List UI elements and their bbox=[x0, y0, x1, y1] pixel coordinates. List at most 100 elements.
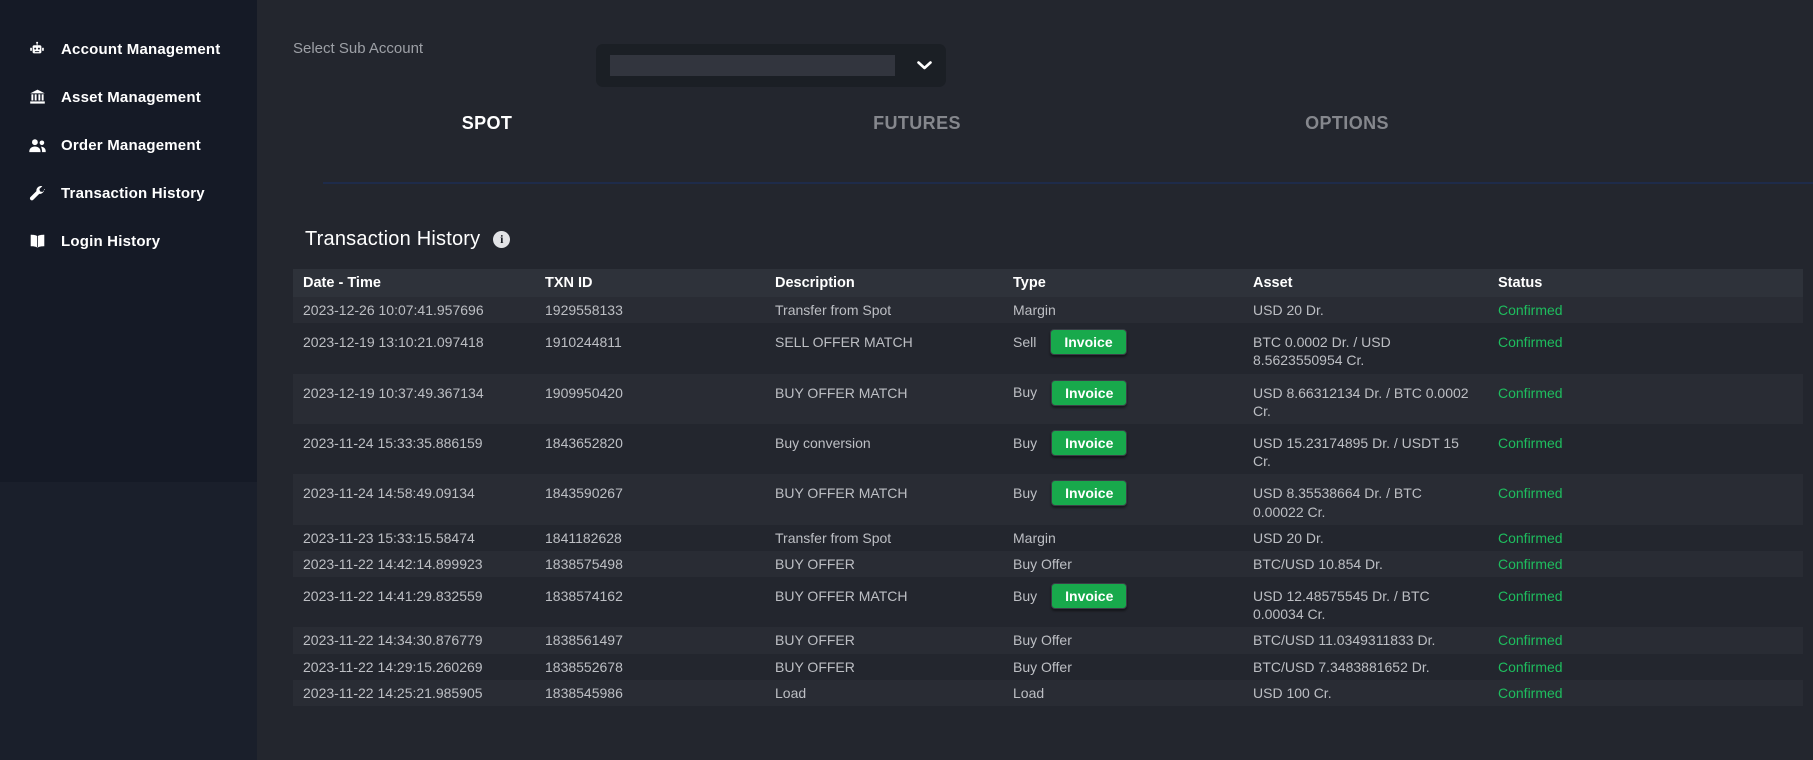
cell-type: Buy Offer bbox=[1013, 555, 1072, 572]
sidebar-item-login-history[interactable]: Login History bbox=[0, 217, 257, 265]
status-badge: Confirmed bbox=[1498, 334, 1563, 351]
cell-txn-id: 1841182628 bbox=[545, 529, 622, 546]
invoice-button[interactable]: Invoice bbox=[1051, 379, 1128, 406]
status-badge: Confirmed bbox=[1498, 384, 1563, 401]
cell-asset: BTC 0.0002 Dr. / USD 8.5623550954 Cr. bbox=[1253, 334, 1391, 369]
status-badge: Confirmed bbox=[1498, 434, 1563, 451]
cell-txn-id: 1929558133 bbox=[545, 302, 623, 318]
cell-txn-id: 1838575498 bbox=[545, 555, 623, 572]
cell-date-time: 2023-11-24 15:33:35.886159 bbox=[303, 434, 483, 451]
cell-type: Buy Invoice bbox=[1003, 424, 1243, 460]
cell-description: BUY OFFER MATCH bbox=[775, 588, 908, 605]
cell-asset: BTC/USD 10.854 Dr. bbox=[1253, 555, 1383, 572]
table-row: 2023-11-22 14:29:15.260269 1838552678 BU… bbox=[293, 654, 1803, 680]
cell-description: Load bbox=[775, 684, 807, 701]
cell-description: BUY OFFER MATCH bbox=[775, 485, 908, 502]
cell-asset: USD 20 Dr. bbox=[1253, 529, 1324, 546]
cell-txn-id: 1838574162 bbox=[545, 588, 623, 605]
cell-txn-id: 1838552678 bbox=[545, 658, 623, 675]
table-header-row: Date - Time TXN ID Description Type Asse… bbox=[293, 269, 1803, 297]
table-row: 2023-12-19 10:37:49.367134 1909950420 BU… bbox=[293, 374, 1803, 424]
robot-icon bbox=[27, 41, 47, 58]
cell-date-time: 2023-11-22 14:34:30.876779 bbox=[303, 632, 483, 649]
cell-asset: BTC/USD 11.0349311833 Dr. bbox=[1253, 632, 1436, 649]
cell-date-time: 2023-12-19 13:10:21.097418 bbox=[303, 334, 484, 351]
column-header-type: Type bbox=[1013, 275, 1046, 291]
cell-date-time: 2023-12-19 10:37:49.367134 bbox=[303, 384, 484, 401]
sidebar: Account Management Asset Management Orde… bbox=[0, 0, 257, 482]
cell-description: BUY OFFER bbox=[775, 658, 855, 675]
cell-txn-id: 1909950420 bbox=[545, 384, 623, 401]
status-badge: Confirmed bbox=[1498, 485, 1563, 502]
cell-date-time: 2023-11-22 14:42:14.899923 bbox=[303, 555, 483, 572]
cell-asset: USD 12.48575545 Dr. / BTC 0.00034 Cr. bbox=[1253, 588, 1430, 623]
column-header-txn-id: TXN ID bbox=[545, 275, 593, 291]
table-row: 2023-11-22 14:42:14.899923 1838575498 BU… bbox=[293, 551, 1803, 577]
transaction-table: Date - Time TXN ID Description Type Asse… bbox=[293, 269, 1803, 706]
status-badge: Confirmed bbox=[1498, 555, 1563, 572]
status-badge: Confirmed bbox=[1498, 658, 1563, 675]
tab-bar: SPOT FUTURES OPTIONS bbox=[272, 92, 1562, 154]
cell-description: BUY OFFER bbox=[775, 632, 855, 649]
users-icon bbox=[27, 137, 47, 154]
invoice-button[interactable]: Invoice bbox=[1050, 329, 1127, 356]
cell-asset: USD 100 Cr. bbox=[1253, 684, 1332, 701]
table-row: 2023-11-23 15:33:15.58474 1841182628 Tra… bbox=[293, 525, 1803, 551]
sidebar-item-label: Transaction History bbox=[61, 184, 205, 202]
cell-asset: BTC/USD 7.3483881652 Dr. bbox=[1253, 658, 1430, 675]
sidebar-item-asset-management[interactable]: Asset Management bbox=[0, 73, 257, 121]
sidebar-item-transaction-history[interactable]: Transaction History bbox=[0, 169, 257, 217]
table-row: 2023-11-22 14:25:21.985905 1838545986 Lo… bbox=[293, 680, 1803, 706]
cell-asset: USD 8.35538664 Dr. / BTC 0.00022 Cr. bbox=[1253, 485, 1422, 520]
sidebar-item-account-management[interactable]: Account Management bbox=[0, 25, 257, 73]
cell-type: Load bbox=[1013, 684, 1045, 701]
left-rail: Account Management Asset Management Orde… bbox=[0, 0, 257, 760]
cell-date-time: 2023-11-24 14:58:49.09134 bbox=[303, 485, 475, 502]
cell-type: Margin bbox=[1013, 529, 1056, 546]
sub-account-label: Select Sub Account bbox=[293, 40, 424, 57]
status-badge: Confirmed bbox=[1498, 684, 1563, 701]
tab-options[interactable]: OPTIONS bbox=[1132, 113, 1562, 134]
invoice-button[interactable]: Invoice bbox=[1051, 583, 1128, 610]
info-icon[interactable]: i bbox=[493, 231, 511, 248]
cell-type: Buy Offer bbox=[1013, 658, 1072, 675]
wrench-icon bbox=[27, 185, 47, 202]
panel-header: Transaction History i bbox=[305, 228, 1813, 251]
cell-txn-id: 1910244811 bbox=[545, 334, 622, 351]
cell-txn-id: 1838545986 bbox=[545, 684, 623, 701]
cell-date-time: 2023-11-22 14:41:29.832559 bbox=[303, 588, 483, 605]
cell-description: BUY OFFER bbox=[775, 555, 855, 572]
tab-spot[interactable]: SPOT bbox=[272, 113, 702, 134]
chevron-down-icon bbox=[917, 61, 932, 70]
cell-type: Sell Invoice bbox=[1003, 323, 1243, 359]
sidebar-item-label: Login History bbox=[61, 232, 161, 250]
cell-asset: USD 15.23174895 Dr. / USDT 15 Cr. bbox=[1253, 434, 1459, 470]
tab-futures[interactable]: FUTURES bbox=[702, 113, 1132, 134]
cell-description: Transfer from Spot bbox=[775, 529, 892, 546]
cell-type: Margin bbox=[1013, 302, 1056, 318]
table-row: 2023-11-22 14:41:29.832559 1838574162 BU… bbox=[293, 577, 1803, 627]
selected-value-redacted bbox=[610, 55, 895, 76]
cell-txn-id: 1843590267 bbox=[545, 485, 623, 502]
cell-type: Buy Invoice bbox=[1003, 374, 1243, 410]
cell-asset: USD 20 Dr. bbox=[1253, 302, 1324, 318]
status-badge: Confirmed bbox=[1498, 529, 1563, 546]
sidebar-item-label: Asset Management bbox=[61, 88, 201, 106]
cell-description: Buy conversion bbox=[775, 434, 871, 451]
table-row: 2023-12-19 13:10:21.097418 1910244811 SE… bbox=[293, 323, 1803, 373]
cell-asset: USD 8.66312134 Dr. / BTC 0.0002 Cr. bbox=[1253, 384, 1469, 419]
sidebar-item-label: Order Management bbox=[61, 136, 201, 154]
cell-type: Buy Offer bbox=[1013, 632, 1072, 649]
book-icon bbox=[27, 233, 47, 250]
table-row: 2023-11-24 15:33:35.886159 1843652820 Bu… bbox=[293, 424, 1803, 474]
sub-account-select[interactable] bbox=[596, 44, 946, 87]
sidebar-item-order-management[interactable]: Order Management bbox=[0, 121, 257, 169]
invoice-button[interactable]: Invoice bbox=[1051, 429, 1128, 456]
cell-type: Buy Invoice bbox=[1003, 577, 1243, 613]
cell-date-time: 2023-12-26 10:07:41.957696 bbox=[303, 302, 484, 318]
cell-txn-id: 1838561497 bbox=[545, 632, 623, 649]
cell-date-time: 2023-11-23 15:33:15.58474 bbox=[303, 529, 475, 546]
sidebar-item-label: Account Management bbox=[61, 40, 221, 58]
cell-date-time: 2023-11-22 14:25:21.985905 bbox=[303, 684, 483, 701]
invoice-button[interactable]: Invoice bbox=[1051, 480, 1128, 507]
